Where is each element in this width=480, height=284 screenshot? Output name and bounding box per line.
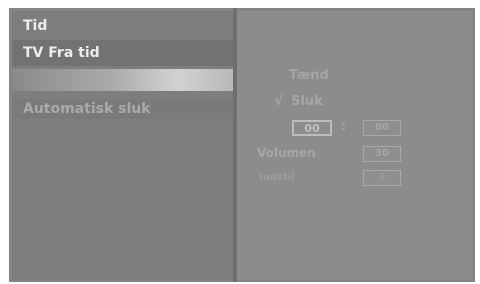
menu-item-automatisk-sluk[interactable]: Automatisk sluk (12, 99, 233, 119)
settings-panel: Tænd √ Sluk 00 : 00 Volumen 30 Indstil 0 (237, 11, 472, 280)
setting-field[interactable]: 0 (363, 170, 401, 186)
menu-panel: Tid TV Fra tid Automatisk sluk (12, 11, 233, 280)
hours-field[interactable]: 00 (292, 120, 332, 136)
volume-label: Volumen (257, 146, 316, 160)
tv-osd-screen: Tid TV Fra tid Automatisk sluk Tænd √ Sl… (9, 8, 475, 282)
setting-label: Indstil (259, 172, 295, 183)
option-sluk[interactable]: Sluk (291, 94, 323, 109)
option-taend[interactable]: Tænd (289, 68, 329, 83)
menu-title-tid: Tid (23, 18, 48, 34)
selection-highlight-bar[interactable] (12, 69, 233, 91)
checkmark-icon: √ (274, 93, 284, 109)
menu-item-tv-fra-tid[interactable]: TV Fra tid (12, 40, 233, 66)
minutes-field[interactable]: 00 (363, 120, 401, 136)
time-separator: : (341, 119, 347, 134)
volume-field[interactable]: 30 (363, 146, 401, 162)
